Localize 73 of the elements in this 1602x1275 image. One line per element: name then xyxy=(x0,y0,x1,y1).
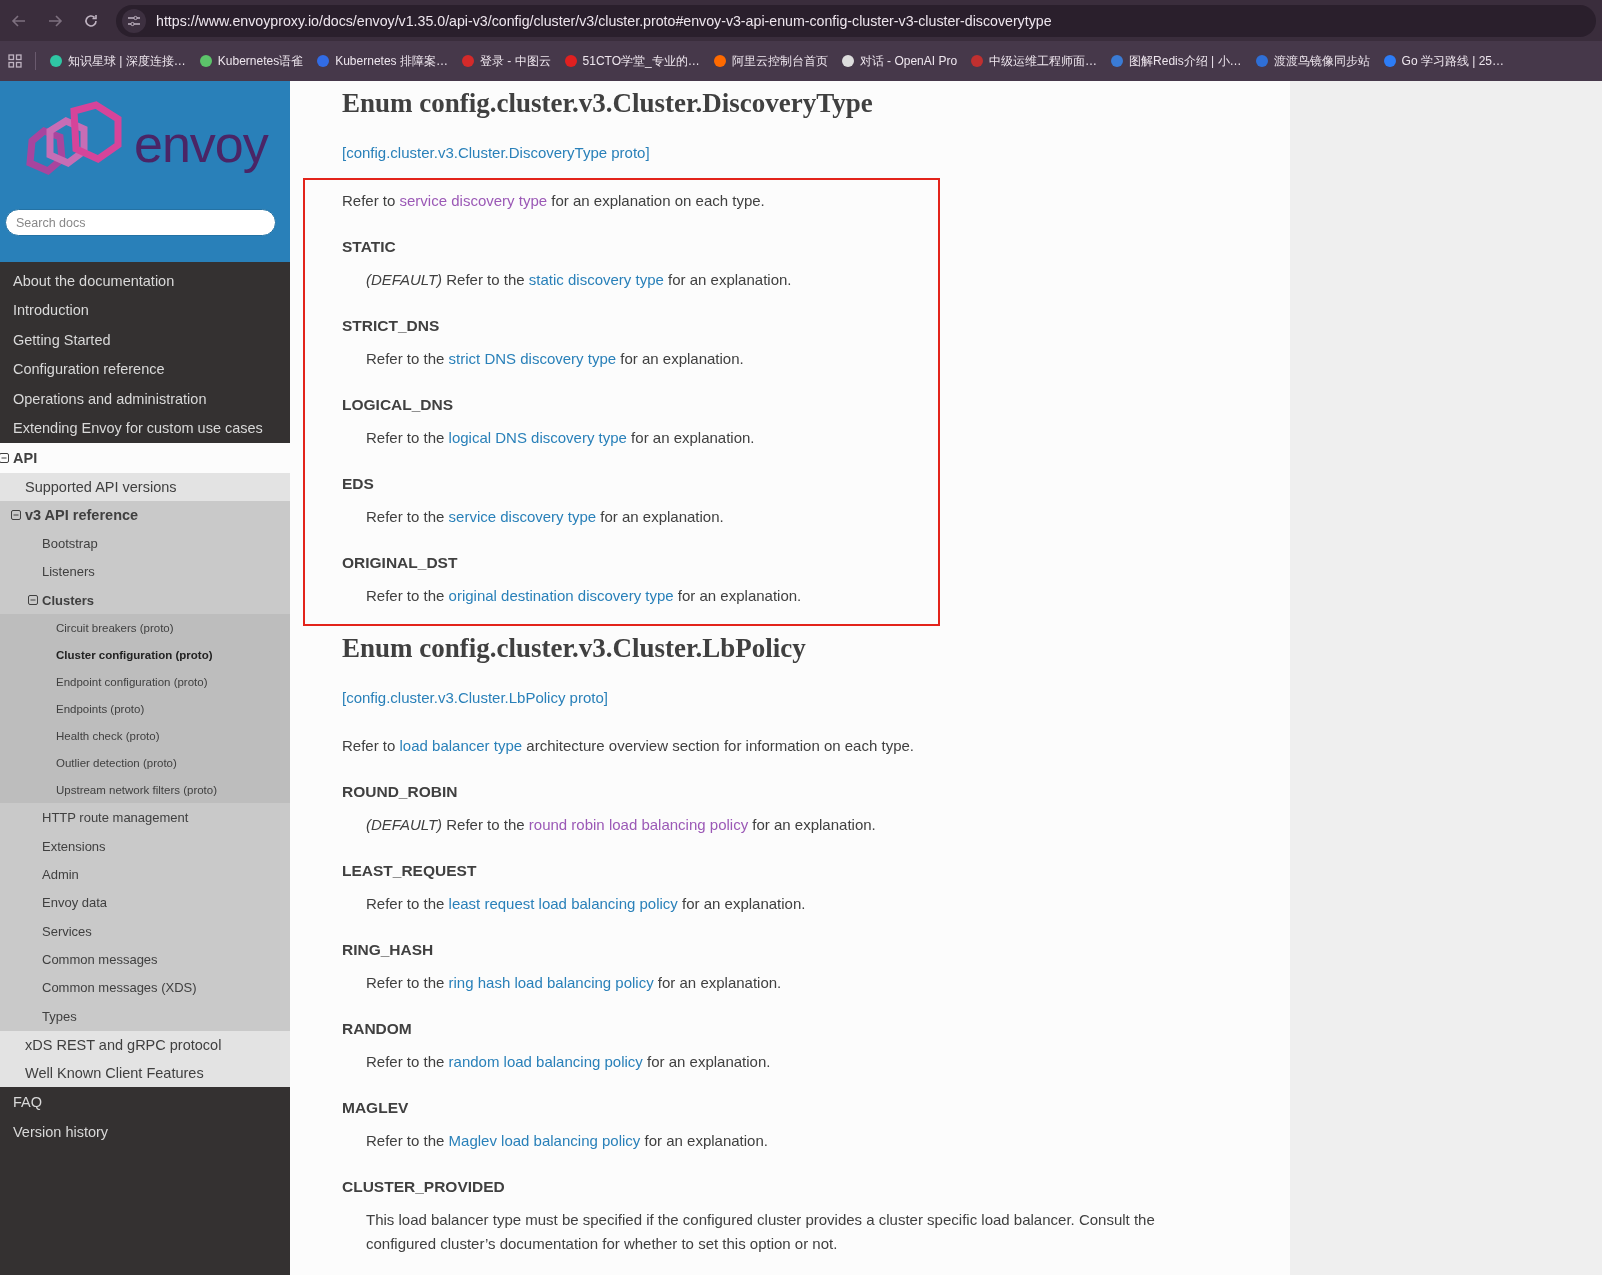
doc-link[interactable]: service discovery type xyxy=(448,508,597,525)
circle-icon xyxy=(712,54,727,68)
description-text: Refer to the least request load balancing policy for an explanation. xyxy=(366,894,807,914)
description-text: Refer to the logical DNS discovery type for an explanation. xyxy=(366,428,756,448)
proto-link[interactable]: [config.cluster.v3.Cluster.DiscoveryType proto] xyxy=(342,141,650,165)
bookmark-item[interactable]: 渡渡鸟镜像同步站 xyxy=(1254,52,1370,70)
enum-value-name: LOGICAL_DNS xyxy=(342,395,455,415)
enum-value-name: LEAST_REQUEST xyxy=(342,861,478,881)
enum-value-name: ROUND_ROBIN xyxy=(342,782,459,802)
doc-link[interactable]: random load balancing policy xyxy=(448,1053,643,1070)
doc-link[interactable]: strict DNS discovery type xyxy=(448,350,617,367)
doc-link[interactable]: original destination discovery type xyxy=(448,587,674,604)
circle-icon xyxy=(316,54,331,68)
description-text: Refer to the original destination discovery type for an explanation. xyxy=(366,586,803,606)
bookmark-item[interactable]: 图解Redis介绍 | 小… xyxy=(1110,52,1242,70)
enum-value-name: MAGLEV xyxy=(342,1098,410,1118)
back-arrow-icon[interactable] xyxy=(11,12,27,29)
forward-arrow-icon[interactable] xyxy=(47,12,63,29)
doc-link[interactable]: load balancer type xyxy=(399,737,523,754)
bookmark-item[interactable]: 登录 - 中图云 xyxy=(460,52,551,70)
description-text: Refer to the ring hash load balancing policy for an explanation. xyxy=(366,973,783,993)
enum-value-name: EDS xyxy=(342,474,375,494)
reload-icon[interactable] xyxy=(83,12,99,29)
search-field[interactable]: Search docs xyxy=(5,209,276,236)
description-text: Refer to the service discovery type for an explanation. xyxy=(366,507,725,527)
enum-value-name: STATIC xyxy=(342,237,397,257)
circle-icon xyxy=(49,54,63,68)
description-text: (DEFAULT) Refer to the round robin load balancing policy for an explanation. xyxy=(366,815,877,835)
bookmark-item[interactable]: Go 学习路线 | 25… xyxy=(1382,52,1505,70)
nav-item[interactable]: v3 API reference xyxy=(0,500,290,530)
bookmark-item[interactable]: Kubernetes语雀 xyxy=(198,52,304,70)
enum-value-name: CLUSTER_PROVIDED xyxy=(342,1177,506,1197)
enum-value-name: RANDOM xyxy=(342,1019,413,1039)
apps-grid-icon[interactable] xyxy=(8,54,22,68)
nav-item[interactable]: API xyxy=(0,443,290,473)
description-text: Refer to the Maglev load balancing policy for an explanation. xyxy=(366,1131,769,1151)
logo-text: envoy xyxy=(134,114,268,174)
circle-icon xyxy=(1110,54,1125,68)
url-text: https://www.envoyproxy.io/docs/envoy/v1.35.0/api-v3/config/cluster/v3/cluster.proto#envoy-v3-api-enum-config-cluster-v3-cluster-discoverytype xyxy=(156,12,1052,29)
description-text: (DEFAULT) Refer to the static discovery type for an explanation. xyxy=(366,270,793,290)
bookmark-item[interactable]: 中级运维工程师面… xyxy=(970,52,1098,70)
circle-icon xyxy=(460,54,475,68)
section-heading: Enum config.cluster.v3.Cluster.DiscoveryType xyxy=(342,88,874,118)
doc-link[interactable]: least request load balancing policy xyxy=(448,895,678,912)
enum-value-name: STRICT_DNS xyxy=(342,316,441,336)
doc-link[interactable]: service discovery type xyxy=(399,192,548,209)
bookmark-item[interactable]: 51CTO学堂_专业的… xyxy=(563,52,700,70)
address-bar[interactable]: https://www.envoyproxy.io/docs/envoy/v1.35.0/api-v3/config/cluster/v3/cluster.proto#envoy-v3-api-enum-config-cluster-v3-cluster-discoverytype xyxy=(116,4,1596,37)
site-settings-icon[interactable] xyxy=(122,8,146,33)
description-text: Refer to the random load balancing policy for an explanation. xyxy=(366,1052,772,1072)
doc-link[interactable]: ring hash load balancing policy xyxy=(448,974,654,991)
doc-link[interactable]: round robin load balancing policy xyxy=(528,816,749,833)
circle-icon xyxy=(840,54,855,68)
enum-value-name: RING_HASH xyxy=(342,940,435,960)
circle-icon xyxy=(1382,54,1397,68)
doc-link[interactable]: logical DNS discovery type xyxy=(448,429,627,446)
bookmark-item[interactable]: 阿里云控制台首页 xyxy=(712,52,828,70)
doc-link[interactable]: Maglev load balancing policy xyxy=(448,1132,641,1149)
description-text: Refer to service discovery type for an explanation on each type. xyxy=(342,191,766,211)
doc-link[interactable]: static discovery type xyxy=(528,271,664,288)
proto-link[interactable]: [config.cluster.v3.Cluster.LbPolicy proto] xyxy=(342,686,608,710)
description-text: Refer to load balancer type architecture overview section for information on each type. xyxy=(342,736,915,756)
section-heading: Enum config.cluster.v3.Cluster.LbPolicy xyxy=(342,633,807,663)
bookmark-item[interactable]: 对话 - OpenAI Pro xyxy=(840,52,958,70)
description-text: Refer to the strict DNS discovery type for an explanation. xyxy=(366,349,745,369)
description-text: This load balancer type must be specified if the configured cluster provides a cluster specific load balancer. Consult the configured cluster’s documentation for whether to set this option or not. xyxy=(366,1210,1156,1254)
circle-icon xyxy=(1254,54,1269,68)
bookmark-item[interactable]: Kubernetes 排障案… xyxy=(316,52,448,70)
circle-icon xyxy=(563,54,578,68)
enum-value-name: ORIGINAL_DST xyxy=(342,553,459,573)
circle-icon xyxy=(970,54,985,68)
circle-icon xyxy=(198,54,213,68)
bookmark-item[interactable]: 知识星球 | 深度连接… xyxy=(49,52,186,70)
